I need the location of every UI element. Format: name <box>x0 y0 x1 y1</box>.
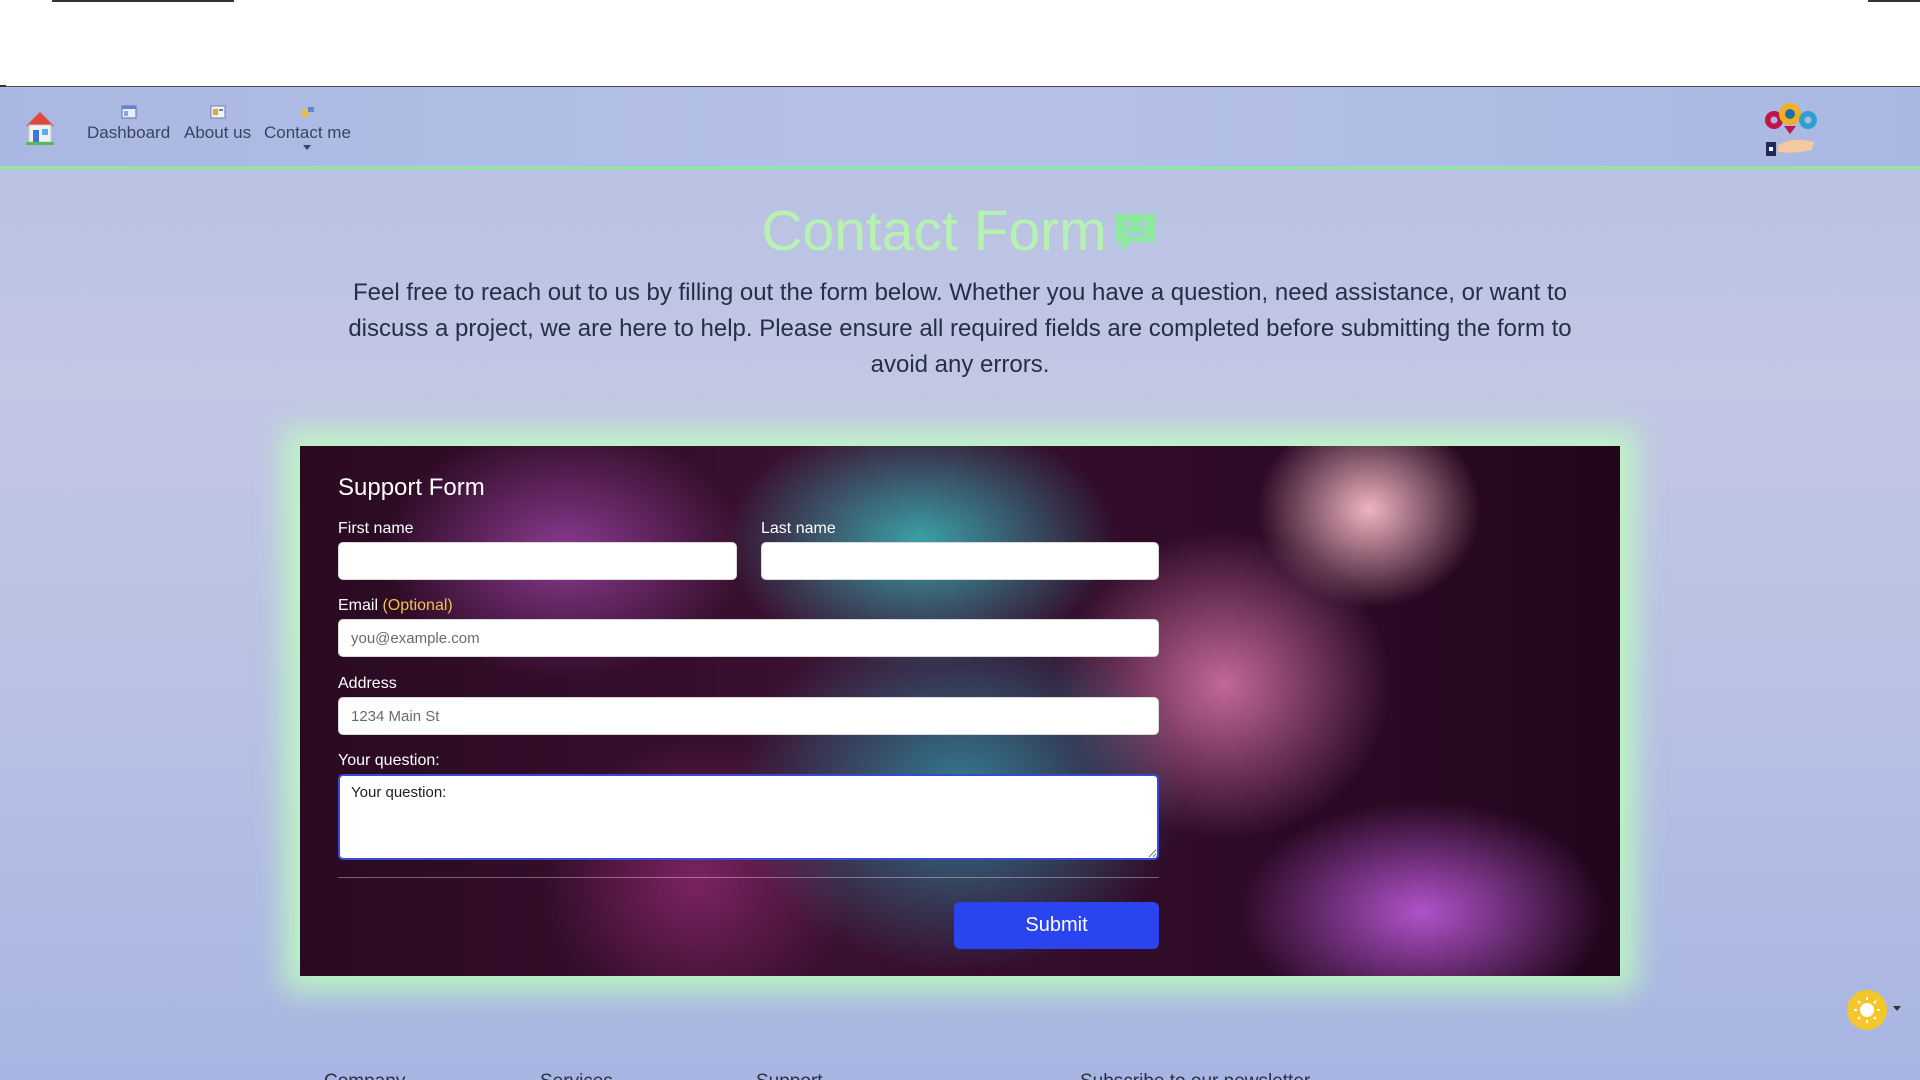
support-form-card: Support Form First name Last name Email … <box>300 446 1620 976</box>
about-icon <box>210 105 226 119</box>
nav-about[interactable]: About us <box>184 105 251 143</box>
chevron-down-icon[interactable] <box>303 145 312 150</box>
sun-icon <box>1854 997 1880 1023</box>
email-label-text: Email <box>338 597 379 614</box>
form-title: Support Form <box>338 474 485 501</box>
email-optional-note: (Optional) <box>382 597 453 614</box>
nav-dashboard[interactable]: Dashboard <box>87 105 170 143</box>
tab-indicator-left <box>52 0 234 2</box>
email-label: Email (Optional) <box>338 597 453 615</box>
question-label: Your question: <box>338 752 440 769</box>
theme-chevron-down-icon[interactable] <box>1893 1006 1901 1011</box>
page-title-text: Contact Form <box>761 199 1107 263</box>
footer-heading-company: Company <box>324 1071 405 1080</box>
footer-heading-support: Support <box>756 1071 823 1080</box>
footer-heading-services: Services <box>540 1071 613 1080</box>
nav-contact-label: Contact me <box>264 123 351 142</box>
top-navbar: Dashboard About us Contact me <box>0 88 1920 169</box>
submit-button[interactable]: Submit <box>954 902 1159 949</box>
chat-bubble-icon <box>1114 214 1155 252</box>
contact-icon <box>301 107 315 117</box>
tab-indicator-right <box>1868 0 1920 2</box>
gears-hand-icon[interactable] <box>1760 100 1822 158</box>
address-field[interactable] <box>338 697 1159 735</box>
home-icon[interactable] <box>24 110 56 146</box>
dashboard-icon <box>121 105 137 119</box>
email-field[interactable] <box>338 619 1159 657</box>
last-name-field[interactable] <box>761 542 1159 580</box>
nav-about-label: About us <box>184 123 252 142</box>
theme-toggle[interactable] <box>1847 990 1887 1030</box>
last-name-label: Last name <box>761 520 836 537</box>
first-name-field[interactable] <box>338 542 737 580</box>
page-title: Contact Form <box>0 198 1920 264</box>
browser-top-strip <box>0 0 1920 87</box>
footer-heading-newsletter: Subscribe to our newsletter <box>1080 1071 1310 1080</box>
nav-dashboard-label: Dashboard <box>87 123 171 142</box>
intro-text: Feel free to reach out to us by filling … <box>348 279 1572 378</box>
nav-contact[interactable]: Contact me <box>264 105 351 150</box>
corner-mark <box>0 85 6 87</box>
question-textarea[interactable]: Your question: <box>338 774 1159 860</box>
address-label: Address <box>338 675 397 692</box>
first-name-label: First name <box>338 520 414 537</box>
form-divider <box>338 877 1159 878</box>
